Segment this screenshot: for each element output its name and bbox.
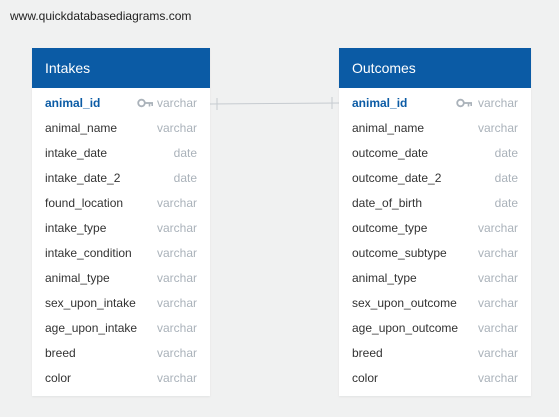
- field-name: breed: [352, 346, 383, 360]
- field-type: varchar: [156, 346, 197, 360]
- field-row[interactable]: outcome_subtype varchar: [339, 241, 531, 266]
- field-name: age_upon_intake: [45, 321, 138, 335]
- field-name: outcome_date_2: [352, 171, 442, 185]
- field-row[interactable]: breed varchar: [339, 341, 531, 366]
- field-type: varchar: [156, 321, 197, 335]
- field-type: date: [494, 196, 518, 210]
- field-name: animal_name: [352, 121, 425, 135]
- field-type: varchar: [156, 271, 197, 285]
- field-type: date: [494, 146, 518, 160]
- field-name: breed: [45, 346, 76, 360]
- field-type: varchar: [156, 371, 197, 385]
- field-name: animal_name: [45, 121, 118, 135]
- field-type: varchar: [156, 196, 197, 210]
- field-row[interactable]: intake_date date: [32, 141, 210, 166]
- field-row[interactable]: sex_upon_intake varchar: [32, 291, 210, 316]
- field-type: varchar: [156, 221, 197, 235]
- field-row[interactable]: intake_condition varchar: [32, 241, 210, 266]
- field-row[interactable]: breed varchar: [32, 341, 210, 366]
- table-header-intakes[interactable]: Intakes: [32, 48, 210, 88]
- field-name: outcome_subtype: [352, 246, 447, 260]
- field-row[interactable]: date_of_birth date: [339, 191, 531, 216]
- field-type: date: [173, 171, 197, 185]
- field-name: animal_id: [45, 96, 101, 110]
- field-row[interactable]: outcome_date_2 date: [339, 166, 531, 191]
- field-type: varchar: [477, 246, 518, 260]
- key-icon: [137, 98, 153, 108]
- field-row[interactable]: intake_date_2 date: [32, 166, 210, 191]
- field-type: date: [173, 146, 197, 160]
- field-name: animal_type: [352, 271, 417, 285]
- field-type: varchar: [477, 221, 518, 235]
- field-type: varchar: [477, 271, 518, 285]
- field-row[interactable]: animal_name varchar: [32, 116, 210, 141]
- field-type: varchar: [477, 321, 518, 335]
- field-type: varchar: [477, 371, 518, 385]
- field-name: intake_date_2: [45, 171, 121, 185]
- field-name: animal_id: [352, 96, 408, 110]
- field-row[interactable]: animal_type varchar: [339, 266, 531, 291]
- key-icon: [456, 98, 472, 108]
- field-row[interactable]: sex_upon_outcome varchar: [339, 291, 531, 316]
- field-type: varchar: [477, 96, 518, 110]
- field-name: found_location: [45, 196, 124, 210]
- field-name: intake_condition: [45, 246, 132, 260]
- field-name: sex_upon_outcome: [352, 296, 457, 310]
- field-name: animal_type: [45, 271, 110, 285]
- field-type: varchar: [156, 96, 197, 110]
- field-name: color: [352, 371, 379, 385]
- field-row[interactable]: outcome_type varchar: [339, 216, 531, 241]
- field-row[interactable]: age_upon_outcome varchar: [339, 316, 531, 341]
- field-name: intake_type: [45, 221, 107, 235]
- table-intakes[interactable]: Intakes animal_id varchar animal_name varch…: [32, 48, 210, 396]
- field-name: color: [45, 371, 72, 385]
- primary-key-row[interactable]: animal_id varchar: [339, 91, 531, 116]
- table-outcomes[interactable]: Outcomes animal_id varchar animal_name varc…: [339, 48, 531, 396]
- field-row[interactable]: animal_name varchar: [339, 116, 531, 141]
- field-name: sex_upon_intake: [45, 296, 136, 310]
- field-type: varchar: [156, 246, 197, 260]
- field-type: varchar: [477, 121, 518, 135]
- field-row[interactable]: color varchar: [32, 366, 210, 391]
- field-type: date: [494, 171, 518, 185]
- field-type: varchar: [156, 121, 197, 135]
- field-name: age_upon_outcome: [352, 321, 459, 335]
- field-row[interactable]: age_upon_intake varchar: [32, 316, 210, 341]
- field-type: varchar: [477, 296, 518, 310]
- field-row[interactable]: animal_type varchar: [32, 266, 210, 291]
- field-type: varchar: [156, 296, 197, 310]
- primary-key-row[interactable]: animal_id varchar: [32, 91, 210, 116]
- table-header-outcomes[interactable]: Outcomes: [339, 48, 531, 88]
- field-name: date_of_birth: [352, 196, 423, 210]
- field-type: varchar: [477, 346, 518, 360]
- field-name: outcome_date: [352, 146, 429, 160]
- field-row[interactable]: found_location varchar: [32, 191, 210, 216]
- field-name: intake_date: [45, 146, 108, 160]
- field-row[interactable]: intake_type varchar: [32, 216, 210, 241]
- field-name: outcome_type: [352, 221, 428, 235]
- field-row[interactable]: outcome_date date: [339, 141, 531, 166]
- field-row[interactable]: color varchar: [339, 366, 531, 391]
